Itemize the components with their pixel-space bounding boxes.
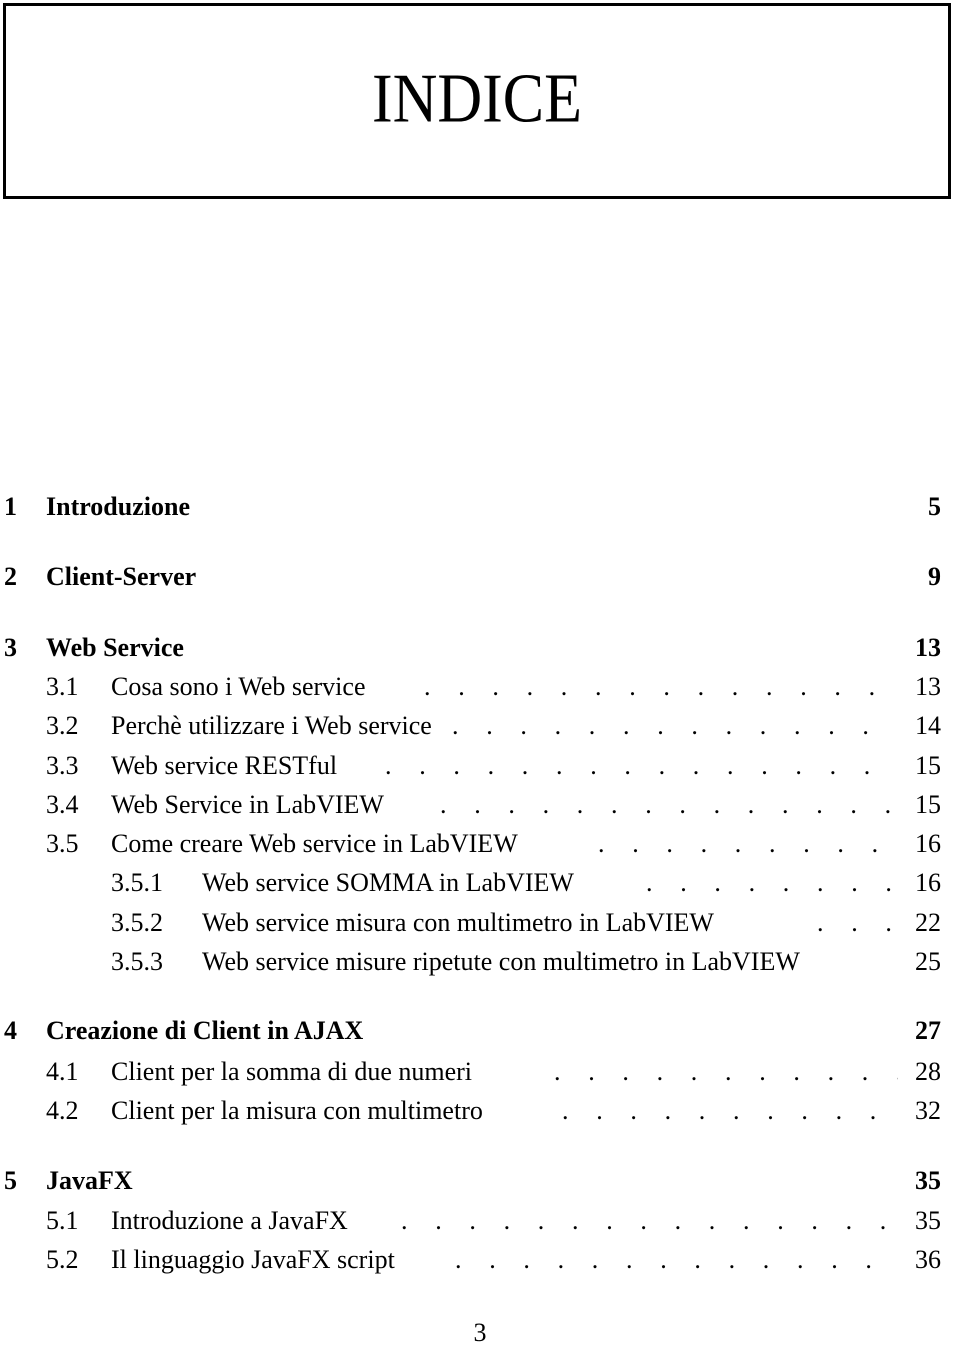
toc-leader-dots: . . . . . . . . . . . . . . . . . . . . … — [385, 751, 898, 780]
toc-entry-title[interactable]: Web service misure ripetute con multimet… — [202, 945, 800, 979]
toc-entry-number: 3.5.3 — [111, 947, 163, 976]
page-number: 3 — [473, 1318, 487, 1347]
toc-leader-dots: . . . . . . . . . . . . . . . . . . . . … — [554, 1057, 898, 1086]
toc-entry-title[interactable]: Cosa sono i Web service — [111, 670, 366, 704]
toc-entry-page[interactable]: 27 — [915, 1014, 941, 1048]
toc-entry-page[interactable]: 25 — [915, 945, 941, 979]
toc-entry-section[interactable]: 4.2 Client per la misura con multimetro . … — [0, 1094, 960, 1128]
toc-entry-page[interactable]: 5 — [928, 490, 941, 524]
toc-entry-title[interactable]: Client per la somma di due numeri — [111, 1055, 472, 1089]
toc-leader-dots: . . . . . . . . . . . . . . . . . . . . … — [562, 1096, 898, 1125]
toc-entry-chapter[interactable]: 4 Creazione di Client in AJAX 27 — [0, 1014, 960, 1048]
toc-leader-dots: . . . . . . . . . . . . . . . . . . . . … — [646, 868, 898, 897]
toc-entry-number: 3.2 — [46, 711, 79, 740]
toc-entry-section[interactable]: 3.4 Web Service in LabVIEW . . . . . . . .… — [0, 788, 960, 822]
toc-entry-title[interactable]: Web service SOMMA in LabVIEW — [202, 866, 574, 900]
toc-entry-page[interactable]: 13 — [915, 670, 941, 704]
toc-entry-page[interactable]: 14 — [915, 709, 941, 743]
toc-entry-number: 3.4 — [46, 790, 79, 819]
toc-leader-dots: . . . . . . . . . . . . . . . . . . . . … — [598, 829, 898, 858]
toc-entry-title[interactable]: Perchè utilizzare i Web service — [111, 709, 432, 743]
toc-entry-section[interactable]: 5.1 Introduzione a JavaFX . . . . . . . . … — [0, 1204, 960, 1238]
toc-entry-section[interactable]: 3.3 Web service RESTful . . . . . . . . . … — [0, 749, 960, 783]
toc-entry-title[interactable]: Web service RESTful — [111, 749, 337, 783]
toc-entry-page[interactable]: 35 — [915, 1204, 941, 1238]
toc-entry-chapter[interactable]: 2 Client-Server 9 — [0, 560, 960, 594]
toc-entry-number: 5.1 — [46, 1206, 79, 1235]
toc-entry-page[interactable]: 22 — [915, 906, 941, 940]
toc-entry-section[interactable]: 4.1 Client per la somma di due numeri . . … — [0, 1055, 960, 1089]
toc-entry-subsection[interactable]: 3.5.2 Web service misura con multimetro i… — [0, 906, 960, 940]
toc-entry-title[interactable]: Client-Server — [46, 560, 196, 594]
toc-entry-chapter[interactable]: 1 Introduzione 5 — [0, 490, 960, 524]
toc-entry-number: 3.5.2 — [111, 908, 163, 937]
page-title: INDICE — [371, 60, 583, 137]
toc-entry-page[interactable]: 13 — [915, 631, 941, 665]
toc-entry-chapter[interactable]: 5 JavaFX 35 — [0, 1164, 960, 1198]
toc-entry-page[interactable]: 28 — [915, 1055, 941, 1089]
toc-entry-number: 3 — [4, 633, 17, 662]
toc-entry-number: 3.1 — [46, 672, 79, 701]
toc-leader-dots: . . . . . . . . . . . . . . . . . . . . … — [455, 1245, 898, 1274]
toc-entry-page[interactable]: 35 — [915, 1164, 941, 1198]
toc-entry-number: 4.2 — [46, 1096, 79, 1125]
toc-leader-dots: . . . . . . . . . . . . . . . . . . . . … — [401, 1206, 898, 1235]
toc-entry-title[interactable]: Introduzione — [46, 490, 190, 524]
toc-entry-number: 2 — [4, 562, 17, 591]
toc-entry-subsection[interactable]: 3.5.3 Web service misure ripetute con mul… — [0, 945, 960, 979]
toc-entry-section[interactable]: 3.1 Cosa sono i Web service . . . . . . . … — [0, 670, 960, 704]
toc-entry-page[interactable]: 36 — [915, 1243, 941, 1277]
toc-entry-title[interactable]: Creazione di Client in AJAX — [46, 1014, 363, 1048]
title-box: INDICE — [3, 3, 951, 199]
toc-leader-dots: . . . . . . . . . . . . . . . . . . . . … — [452, 711, 898, 740]
toc-entry-title[interactable]: Web service misura con multimetro in Lab… — [202, 906, 714, 940]
toc-entry-title[interactable]: Client per la misura con multimetro — [111, 1094, 483, 1128]
toc-entry-title[interactable]: JavaFX — [46, 1164, 133, 1198]
toc-leader-dots: . . . . . . . . . . . . . . . . . . . . … — [424, 672, 898, 701]
toc-entry-page[interactable]: 16 — [915, 827, 941, 861]
toc-entry-number: 4 — [4, 1016, 17, 1045]
toc-entry-page[interactable]: 9 — [928, 560, 941, 594]
toc-entry-section[interactable]: 5.2 Il linguaggio JavaFX script . . . . . … — [0, 1243, 960, 1277]
toc-entry-title[interactable]: Web Service — [46, 631, 184, 665]
toc-entry-page[interactable]: 15 — [915, 788, 941, 822]
toc-entry-page[interactable]: 32 — [915, 1094, 941, 1128]
toc-entry-number: 4.1 — [46, 1057, 79, 1086]
toc-entry-title[interactable]: Web Service in LabVIEW — [111, 788, 384, 822]
toc-entry-chapter[interactable]: 3 Web Service 13 — [0, 631, 960, 665]
toc-entry-title[interactable]: Come creare Web service in LabVIEW — [111, 827, 518, 861]
toc-entry-number: 1 — [4, 492, 17, 521]
toc-entry-number: 5 — [4, 1166, 17, 1195]
toc-entry-title[interactable]: Introduzione a JavaFX — [111, 1204, 348, 1238]
toc-entry-page[interactable]: 15 — [915, 749, 941, 783]
toc-entry-page[interactable]: 16 — [915, 866, 941, 900]
toc-entry-number: 3.3 — [46, 751, 79, 780]
toc-leader-dots: . . . . . . . . . . . . . . . . . . . . … — [817, 908, 898, 937]
toc-entry-subsection[interactable]: 3.5.1 Web service SOMMA in LabVIEW . . . .… — [0, 866, 960, 900]
toc-entry-section[interactable]: 3.5 Come creare Web service in LabVIEW . .… — [0, 827, 960, 861]
toc-entry-number: 3.5.1 — [111, 868, 163, 897]
toc-entry-number: 5.2 — [46, 1245, 79, 1274]
toc-entry-number: 3.5 — [46, 829, 79, 858]
toc-entry-title[interactable]: Il linguaggio JavaFX script — [111, 1243, 395, 1277]
toc-leader-dots: . . . . . . . . . . . . . . . . . . . . … — [440, 790, 898, 819]
toc-entry-section[interactable]: 3.2 Perchè utilizzare i Web service . . . … — [0, 709, 960, 743]
